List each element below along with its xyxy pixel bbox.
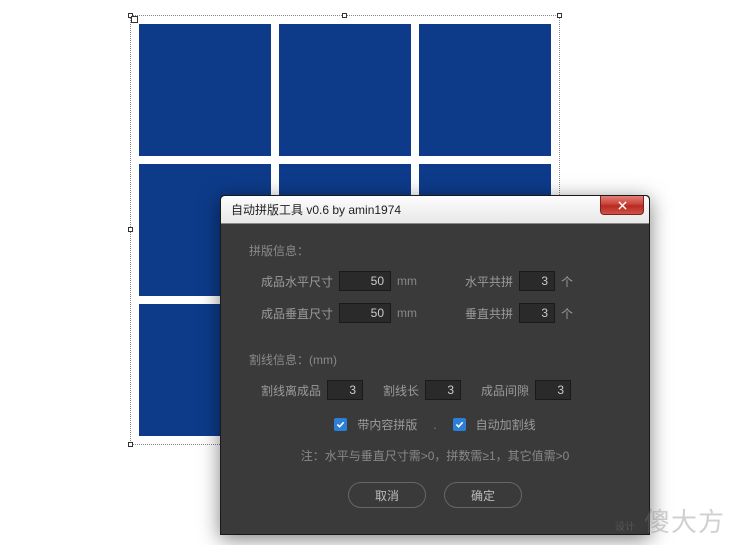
horiz-size-label: 成品水平尺寸	[261, 273, 333, 290]
horiz-size-unit: mm	[397, 274, 417, 288]
horiz-count-unit: 个	[561, 273, 573, 290]
watermark: 傻大方	[644, 502, 725, 539]
close-button[interactable]	[600, 196, 644, 215]
auto-cutline-label: 自动加割线	[476, 416, 536, 433]
checkbox-row: 带内容拼版 . 自动加割线	[249, 416, 621, 433]
resize-handle-ml[interactable]	[128, 227, 133, 232]
cut-dist-input[interactable]	[327, 380, 363, 400]
resize-handle-tr[interactable]	[557, 13, 562, 18]
grid-cell	[419, 24, 551, 156]
gap-label: 成品间隙	[481, 382, 529, 399]
vert-count-unit: 个	[561, 305, 573, 322]
vert-size-unit: mm	[397, 306, 417, 320]
resize-handle-tm[interactable]	[342, 13, 347, 18]
title-bar[interactable]: 自动拼版工具 v0.6 by amin1974	[221, 196, 649, 224]
grid-cell	[139, 24, 271, 156]
vert-count-label: 垂直共拼	[465, 305, 513, 322]
ok-button[interactable]: 确定	[444, 482, 522, 508]
cancel-button[interactable]: 取消	[348, 482, 426, 508]
dialog-body: 拼版信息： 成品水平尺寸 mm 水平共拼 个 成品垂直尺寸 mm 垂直共拼 个 …	[221, 224, 649, 534]
cutline-section-label: 割线信息：(mm)	[249, 351, 621, 368]
vert-size-row: 成品垂直尺寸 mm 垂直共拼 个	[249, 303, 621, 323]
cut-dist-label: 割线离成品	[261, 382, 321, 399]
close-icon	[617, 201, 628, 210]
resize-handle-bl[interactable]	[128, 442, 133, 447]
horiz-size-row: 成品水平尺寸 mm 水平共拼 个	[249, 271, 621, 291]
button-row: 取消 确定	[249, 482, 621, 514]
vert-size-input[interactable]	[339, 303, 391, 323]
auto-cutline-checkbox[interactable]	[453, 418, 466, 431]
horiz-count-label: 水平共拼	[465, 273, 513, 290]
resize-handle-tl[interactable]	[128, 13, 133, 18]
check-icon	[336, 420, 345, 429]
vert-size-label: 成品垂直尺寸	[261, 305, 333, 322]
dialog-title: 自动拼版工具 v0.6 by amin1974	[231, 201, 401, 218]
cut-len-input[interactable]	[425, 380, 461, 400]
cut-len-label: 割线长	[383, 382, 419, 399]
check-icon	[455, 420, 464, 429]
imposition-section-label: 拼版信息：	[249, 242, 621, 259]
separator-dot: .	[433, 418, 436, 432]
grid-cell	[279, 24, 411, 156]
with-content-label: 带内容拼版	[357, 416, 417, 433]
cutline-row: 割线离成品 割线长 成品间隙	[249, 380, 621, 400]
horiz-count-input[interactable]	[519, 271, 555, 291]
gap-input[interactable]	[535, 380, 571, 400]
auto-imposition-dialog: 自动拼版工具 v0.6 by amin1974 拼版信息： 成品水平尺寸 mm …	[220, 195, 650, 535]
note-text: 注：水平与垂直尺寸需>0，拼数需≥1，其它值需>0	[249, 447, 621, 464]
vert-count-input[interactable]	[519, 303, 555, 323]
horiz-size-input[interactable]	[339, 271, 391, 291]
with-content-checkbox[interactable]	[334, 418, 347, 431]
